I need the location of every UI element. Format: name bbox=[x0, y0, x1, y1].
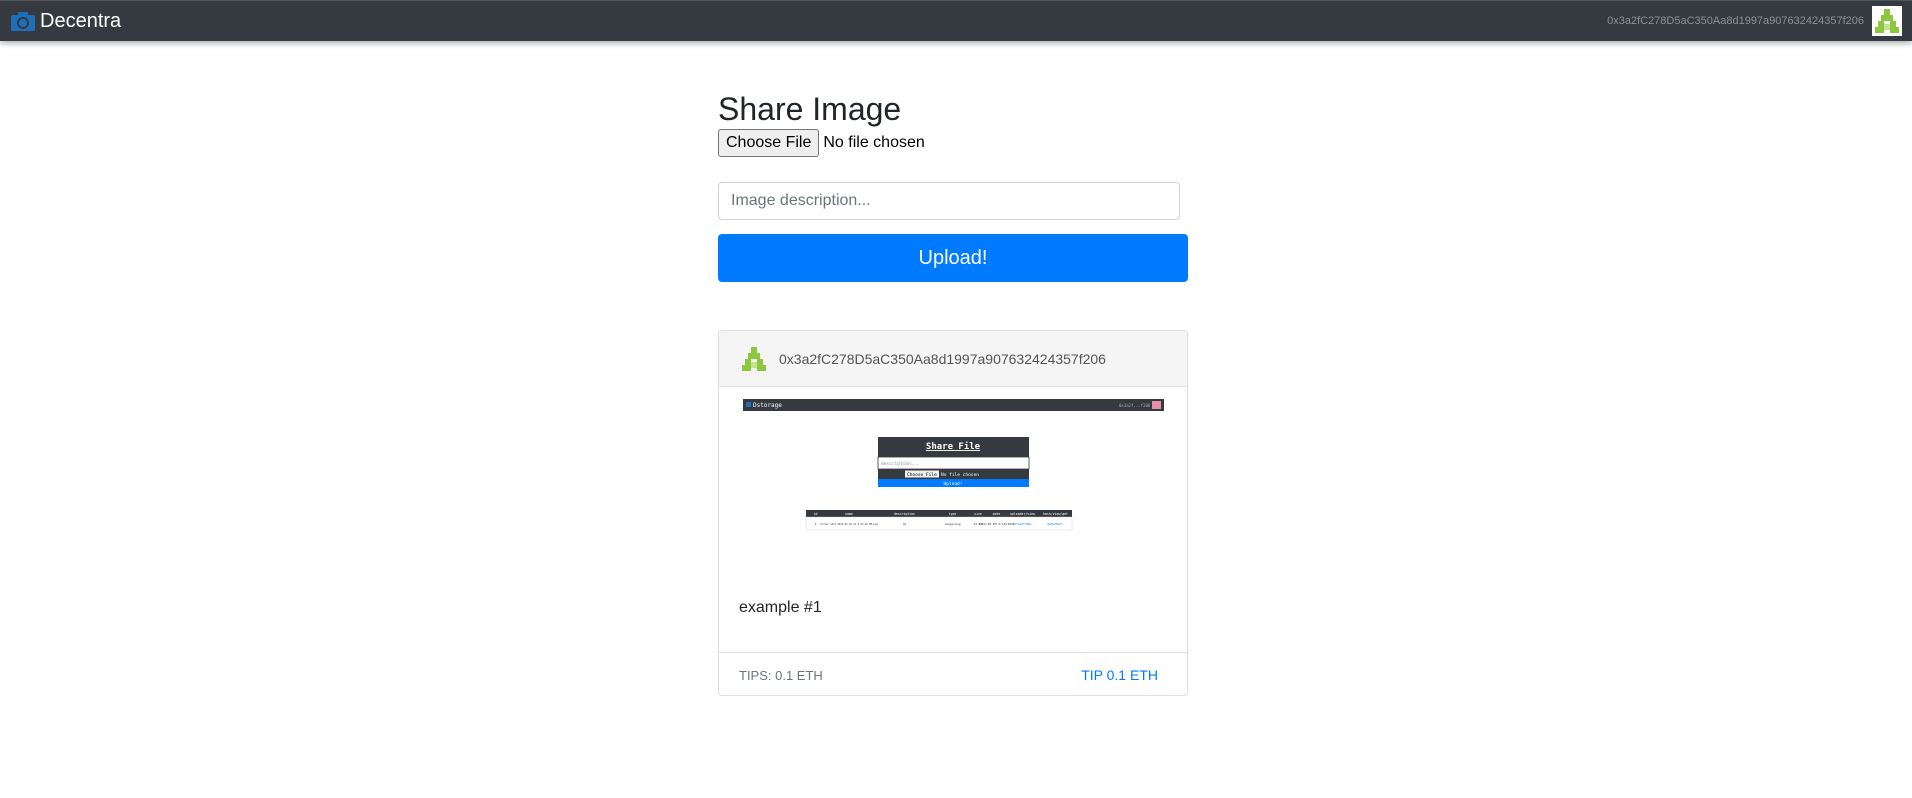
thumb-table-header: type bbox=[949, 512, 957, 516]
image-description-input[interactable] bbox=[718, 182, 1180, 220]
tip-button[interactable]: TIP 0.1 ETH bbox=[1081, 667, 1158, 683]
thumb-table-header: date bbox=[993, 512, 1001, 516]
page-title: Share Image bbox=[718, 91, 902, 127]
file-status-text: No file chosen bbox=[823, 134, 925, 151]
thumb-table-header: description bbox=[894, 512, 915, 516]
choose-file-button[interactable]: Choose File bbox=[718, 129, 820, 157]
brand-name: Decentra bbox=[40, 9, 122, 32]
post-caption: example #1 bbox=[739, 599, 822, 616]
thumb-no-file: No file chosen bbox=[941, 472, 979, 478]
thumb-table-header: size bbox=[974, 512, 982, 516]
post-header: 0x3a2fC278D5aC350Aa8d1997a907632424357f2… bbox=[719, 331, 1187, 387]
post-author-address: 0x3a2fC278D5aC350Aa8d1997a907632424357f2… bbox=[779, 350, 1106, 367]
file-picker: Choose File No file chosen bbox=[718, 128, 1188, 158]
thumb-table: id name description type size date uploader/vi… bbox=[805, 510, 1073, 531]
thumb-table-header: hash/view/get bbox=[1043, 512, 1068, 516]
thumb-table-header: uploader/view bbox=[1010, 512, 1035, 516]
brand-link[interactable]: Decentra bbox=[10, 10, 121, 33]
author-identicon-avatar bbox=[739, 343, 769, 374]
thumb-title: Share File bbox=[926, 441, 981, 452]
upload-form: Share Image Choose File No file chosen U… bbox=[718, 90, 1188, 282]
thumb-table-header: name bbox=[845, 512, 853, 516]
tips-total: TIPS: 0.1 ETH bbox=[739, 667, 823, 683]
image-post-card: 0x3a2fC278D5aC350Aa8d1997a907632424357f2… bbox=[718, 330, 1188, 696]
thumb-table-cell: 6:12:49 PM 2/18/2021 bbox=[978, 522, 1014, 526]
thumb-table-cell: 0x3a2fC7Bb… bbox=[1013, 522, 1033, 526]
thumb-table-cell: 1 bbox=[815, 522, 817, 526]
upload-button[interactable]: Upload! bbox=[718, 234, 1188, 282]
svg-text:0x3a2f...f206: 0x3a2f...f206 bbox=[1119, 403, 1151, 408]
thumb-table-cell: image/png bbox=[944, 522, 960, 526]
post-body: Dstorage 0x3a2f...f206 Share File descri… bbox=[719, 387, 1187, 653]
identicon-avatar bbox=[1872, 6, 1902, 36]
thumb-upload: Upload! bbox=[944, 481, 963, 487]
thumb-table-header: id bbox=[814, 512, 818, 516]
thumb-table-cell: Screen Shot 2021-02-03 at 9.03.10 PM.png bbox=[820, 523, 878, 526]
thumb-brand: Dstorage bbox=[753, 402, 782, 409]
thumb-choose-file: Choose File bbox=[907, 472, 937, 478]
thumb-desc-placeholder: description... bbox=[881, 461, 919, 467]
camera-icon bbox=[11, 12, 35, 31]
navbar: Decentra 0x3a2fC278D5aC350Aa8d1997a90763… bbox=[0, 0, 1912, 41]
account-address: 0x3a2fC278D5aC350Aa8d1997a907632424357f2… bbox=[1607, 15, 1864, 27]
post-footer: TIPS: 0.1 ETH TIP 0.1 ETH bbox=[719, 653, 1187, 695]
thumb-table-cell: ok bbox=[903, 522, 907, 526]
post-image[interactable]: Dstorage 0x3a2f...f206 Share File descri… bbox=[743, 399, 1164, 535]
thumb-table-cell: QmXwfbm7… bbox=[1047, 522, 1063, 526]
